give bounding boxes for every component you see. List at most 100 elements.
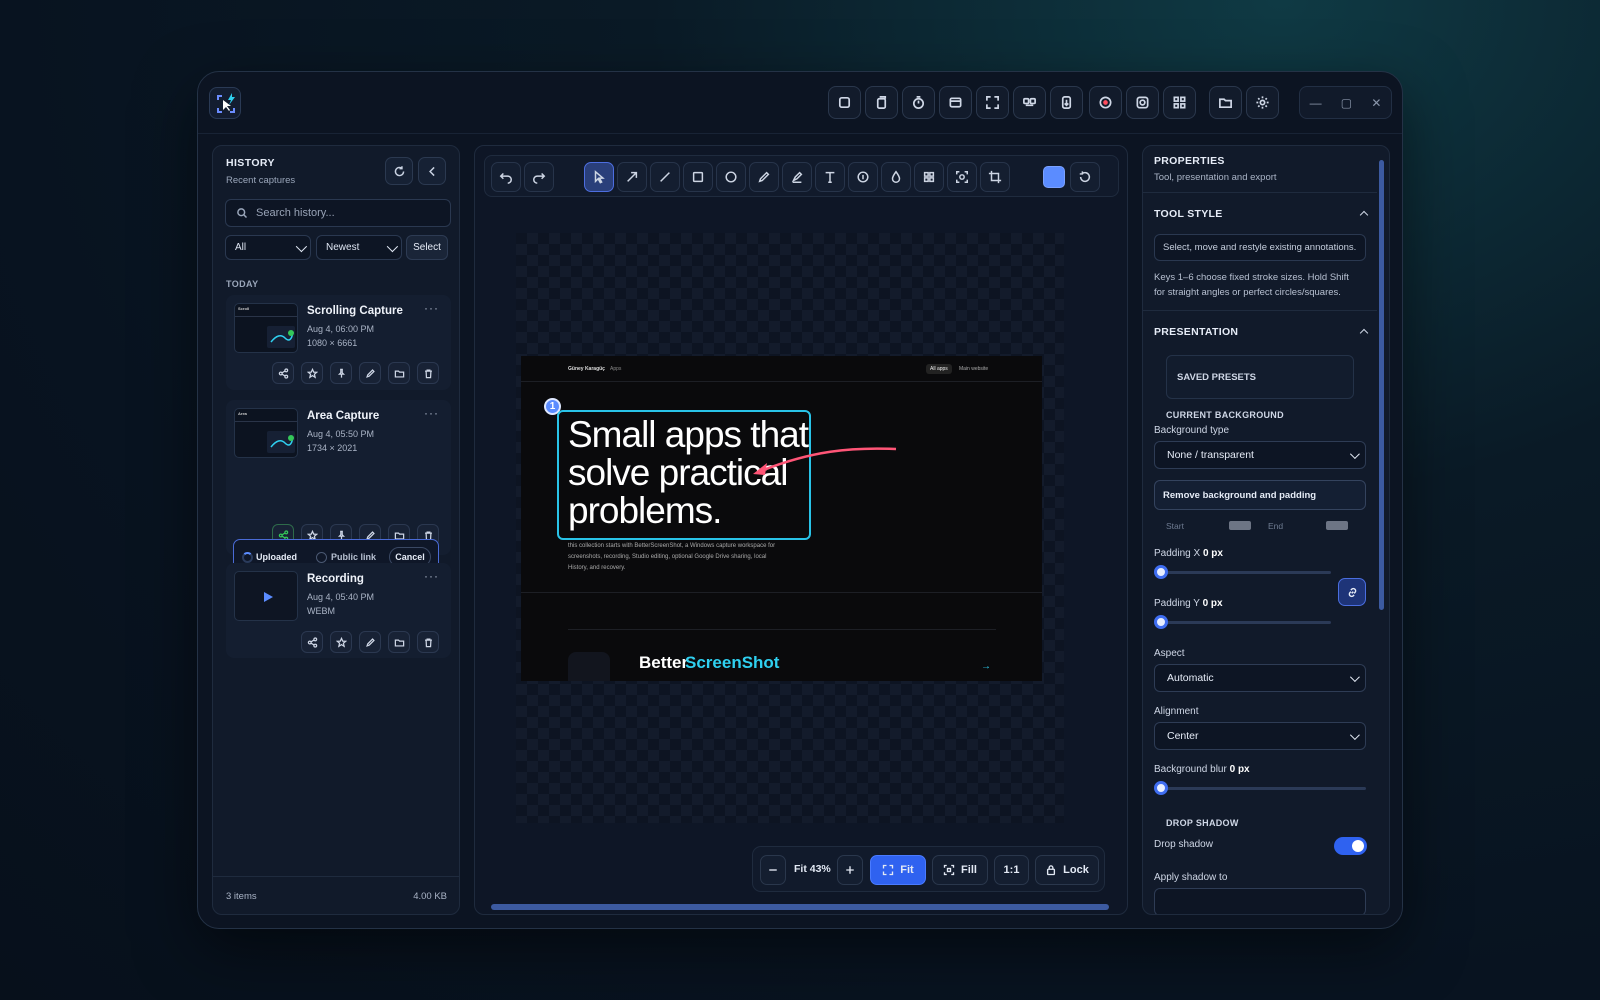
- zoom-out-button[interactable]: [760, 855, 786, 885]
- vertical-scrollbar[interactable]: [1379, 160, 1384, 610]
- fill-button[interactable]: Fill: [932, 855, 988, 885]
- annotation-arrow[interactable]: [741, 441, 901, 481]
- redo-button[interactable]: [524, 162, 554, 192]
- crop-tool[interactable]: [980, 162, 1010, 192]
- fullscreen-capture-button[interactable]: [976, 86, 1009, 119]
- share-button[interactable]: [301, 631, 323, 653]
- collapse-icon[interactable]: [1359, 328, 1369, 338]
- capture-active-window-button[interactable]: [939, 86, 972, 119]
- saved-presets-label: SAVED PRESETS: [1177, 372, 1257, 383]
- search-field[interactable]: [225, 199, 451, 227]
- grid-icon: [1173, 96, 1186, 109]
- lock-button[interactable]: Lock: [1035, 855, 1099, 885]
- arrow-tool[interactable]: [617, 162, 647, 192]
- focus-tool[interactable]: [947, 162, 977, 192]
- edit-button[interactable]: [359, 631, 381, 653]
- type-filter-select[interactable]: All: [225, 235, 311, 260]
- collapse-sidebar-button[interactable]: [418, 157, 446, 185]
- reset-button[interactable]: [1070, 162, 1100, 192]
- gradient-end-label: End: [1268, 521, 1284, 531]
- spinner-icon: [242, 552, 253, 563]
- more-options-icon[interactable]: ···: [424, 301, 439, 315]
- delete-button[interactable]: [417, 362, 439, 384]
- select-tool[interactable]: [584, 162, 614, 192]
- rectangle-tool[interactable]: [683, 162, 713, 192]
- sort-select[interactable]: Newest: [316, 235, 402, 260]
- total-size: 4.00 KB: [413, 891, 447, 902]
- background-type-value: None / transparent: [1167, 449, 1254, 461]
- multi-monitor-button[interactable]: [1013, 86, 1046, 119]
- undo-button[interactable]: [491, 162, 521, 192]
- link-padding-button[interactable]: [1338, 578, 1366, 606]
- delete-button[interactable]: [417, 631, 439, 653]
- background-type-select[interactable]: None / transparent: [1154, 441, 1366, 469]
- padding-y-slider[interactable]: [1161, 621, 1331, 624]
- screenshot-image[interactable]: Güney Karagüç Apps All apps Main website…: [521, 356, 1042, 681]
- aspect-select[interactable]: Automatic: [1154, 664, 1366, 692]
- background-blur-value: 0 px: [1229, 764, 1250, 775]
- gradient-start-swatch[interactable]: [1229, 521, 1251, 530]
- pen-tool[interactable]: [749, 162, 779, 192]
- step-counter-tool[interactable]: [848, 162, 878, 192]
- drop-shadow-toggle[interactable]: [1334, 837, 1367, 855]
- capture-region-button[interactable]: [828, 86, 861, 119]
- collapse-icon[interactable]: [1359, 210, 1369, 220]
- history-item[interactable]: Scroll Scrolling Capture Aug 4, 06:00 PM…: [226, 295, 451, 390]
- item-title: Area Capture: [307, 410, 380, 422]
- canvas-stage[interactable]: Güney Karagüç Apps All apps Main website…: [516, 233, 1064, 823]
- background-blur-knob[interactable]: [1154, 781, 1168, 795]
- text-tool[interactable]: [815, 162, 845, 192]
- horizontal-scrollbar[interactable]: [491, 904, 1109, 910]
- favorite-button[interactable]: [301, 362, 323, 384]
- padding-x-knob[interactable]: [1154, 565, 1168, 579]
- more-options-icon[interactable]: ···: [424, 569, 439, 583]
- blur-tool[interactable]: [881, 162, 911, 192]
- open-folder-button[interactable]: [388, 631, 410, 653]
- public-link-radio[interactable]: [316, 552, 327, 563]
- search-input[interactable]: [256, 207, 436, 219]
- actual-size-button[interactable]: 1:1: [994, 855, 1029, 885]
- record-button[interactable]: [1089, 86, 1122, 119]
- pixelate-tool[interactable]: [914, 162, 944, 192]
- history-item[interactable]: Recording Aug 4, 05:40 PM WEBM ···: [226, 563, 451, 658]
- ellipse-tool[interactable]: [716, 162, 746, 192]
- apps-grid-button[interactable]: [1163, 86, 1196, 119]
- minimize-button[interactable]: —: [1310, 96, 1322, 110]
- select-button[interactable]: Select: [406, 235, 448, 260]
- settings-button[interactable]: [1246, 86, 1279, 119]
- refresh-history-button[interactable]: [385, 157, 413, 185]
- highlighter-tool[interactable]: [782, 162, 812, 192]
- scrolling-capture-button[interactable]: [1050, 86, 1083, 119]
- pin-button[interactable]: [330, 362, 352, 384]
- lock-label: Lock: [1063, 864, 1089, 876]
- reset-icon: [1079, 171, 1091, 183]
- apply-shadow-select[interactable]: [1154, 888, 1366, 914]
- alignment-select[interactable]: Center: [1154, 722, 1366, 750]
- remove-background-button[interactable]: Remove background and padding: [1154, 480, 1366, 510]
- open-folder-button[interactable]: [388, 362, 410, 384]
- favorite-button[interactable]: [330, 631, 352, 653]
- gradient-end-swatch[interactable]: [1326, 521, 1348, 530]
- color-swatch[interactable]: [1043, 166, 1065, 188]
- more-options-icon[interactable]: ···: [424, 406, 439, 420]
- capture-window-button[interactable]: [865, 86, 898, 119]
- zoom-in-button[interactable]: [837, 855, 863, 885]
- edit-button[interactable]: [359, 362, 381, 384]
- share-button[interactable]: [272, 362, 294, 384]
- timer-capture-button[interactable]: [902, 86, 935, 119]
- padding-y-knob[interactable]: [1154, 615, 1168, 629]
- line-tool[interactable]: [650, 162, 680, 192]
- circle-icon: [725, 171, 737, 183]
- tool-help-line-2: for straight angles or perfect circles/s…: [1154, 287, 1341, 298]
- maximize-button[interactable]: ▢: [1341, 96, 1352, 110]
- link-icon: [1348, 587, 1356, 597]
- fit-button[interactable]: Fit: [870, 855, 926, 885]
- shot-product-logo: [568, 652, 610, 681]
- padding-x-slider[interactable]: [1161, 571, 1331, 574]
- history-item[interactable]: Area Area Capture Aug 4, 05:50 PM 1734 ×…: [226, 400, 451, 555]
- saved-presets-button[interactable]: SAVED PRESETS: [1166, 355, 1354, 399]
- webcam-button[interactable]: [1126, 86, 1159, 119]
- background-blur-slider[interactable]: [1161, 787, 1366, 790]
- open-folder-button[interactable]: [1209, 86, 1242, 119]
- close-button[interactable]: ✕: [1371, 96, 1381, 110]
